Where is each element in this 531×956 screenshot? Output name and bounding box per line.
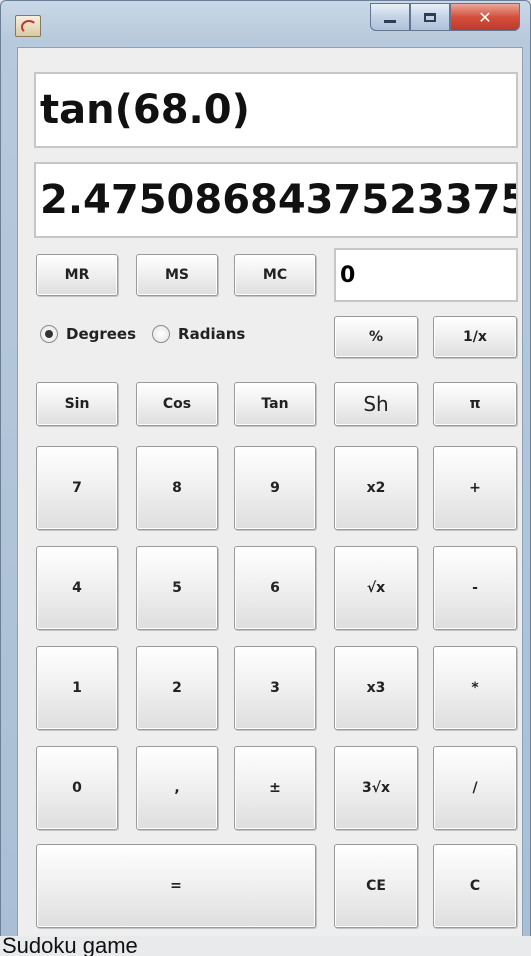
plus-minus-button[interactable]: ±: [234, 746, 316, 830]
calculator-panel: tan(68.0) 2.4750868437523375 MR MS MC 0 …: [17, 47, 523, 937]
digit-5-button[interactable]: 5: [136, 546, 218, 630]
mc-button[interactable]: MC: [234, 254, 316, 296]
degrees-radio[interactable]: [40, 325, 58, 343]
divide-button[interactable]: /: [433, 746, 517, 830]
degrees-label[interactable]: Degrees: [66, 325, 136, 343]
memory-value-field[interactable]: 0: [334, 248, 518, 302]
radians-label[interactable]: Radians: [178, 325, 245, 343]
window-controls: ✕: [370, 3, 520, 33]
calculator-window: ✕ tan(68.0) 2.4750868437523375 MR MS MC …: [0, 0, 531, 944]
cube-button[interactable]: x3: [334, 646, 418, 730]
digit-7-button[interactable]: 7: [36, 446, 118, 530]
clear-button[interactable]: C: [433, 844, 517, 928]
title-bar[interactable]: ✕: [1, 1, 530, 47]
sqrt-button[interactable]: √x: [334, 546, 418, 630]
digit-3-button[interactable]: 3: [234, 646, 316, 730]
sin-button[interactable]: Sin: [36, 382, 118, 426]
close-button[interactable]: ✕: [450, 3, 520, 31]
close-icon: ✕: [478, 7, 492, 27]
cos-button[interactable]: Cos: [136, 382, 218, 426]
minimize-button[interactable]: [370, 3, 410, 31]
equals-button[interactable]: =: [36, 844, 316, 928]
sh-button[interactable]: Sh: [334, 382, 418, 426]
reciprocal-button[interactable]: 1/x: [433, 316, 517, 358]
minus-button[interactable]: -: [433, 546, 517, 630]
pi-button[interactable]: π: [433, 382, 517, 426]
digit-8-button[interactable]: 8: [136, 446, 218, 530]
minimize-icon: [384, 19, 396, 23]
plus-button[interactable]: +: [433, 446, 517, 530]
radians-radio[interactable]: [152, 325, 171, 343]
maximize-button[interactable]: [410, 3, 450, 31]
digit-1-button[interactable]: 1: [36, 646, 118, 730]
multiply-button[interactable]: *: [433, 646, 517, 730]
digit-6-button[interactable]: 6: [234, 546, 316, 630]
angle-mode-group: Degrees Radians: [40, 320, 261, 348]
clear-entry-button[interactable]: CE: [334, 844, 418, 928]
footer-caption: Sudoku game: [0, 936, 531, 956]
maximize-icon: [424, 12, 436, 22]
mr-button[interactable]: MR: [36, 254, 118, 296]
digit-4-button[interactable]: 4: [36, 546, 118, 630]
java-app-icon: [15, 15, 41, 37]
result-display: 2.4750868437523375: [34, 162, 518, 238]
digit-2-button[interactable]: 2: [136, 646, 218, 730]
digit-0-button[interactable]: 0: [36, 746, 118, 830]
percent-button[interactable]: %: [334, 316, 418, 358]
cube-root-button[interactable]: 3√x: [334, 746, 418, 830]
expression-display: tan(68.0): [34, 72, 518, 148]
comma-button[interactable]: ,: [136, 746, 218, 830]
ms-button[interactable]: MS: [136, 254, 218, 296]
square-button[interactable]: x2: [334, 446, 418, 530]
digit-9-button[interactable]: 9: [234, 446, 316, 530]
tan-button[interactable]: Tan: [234, 382, 316, 426]
